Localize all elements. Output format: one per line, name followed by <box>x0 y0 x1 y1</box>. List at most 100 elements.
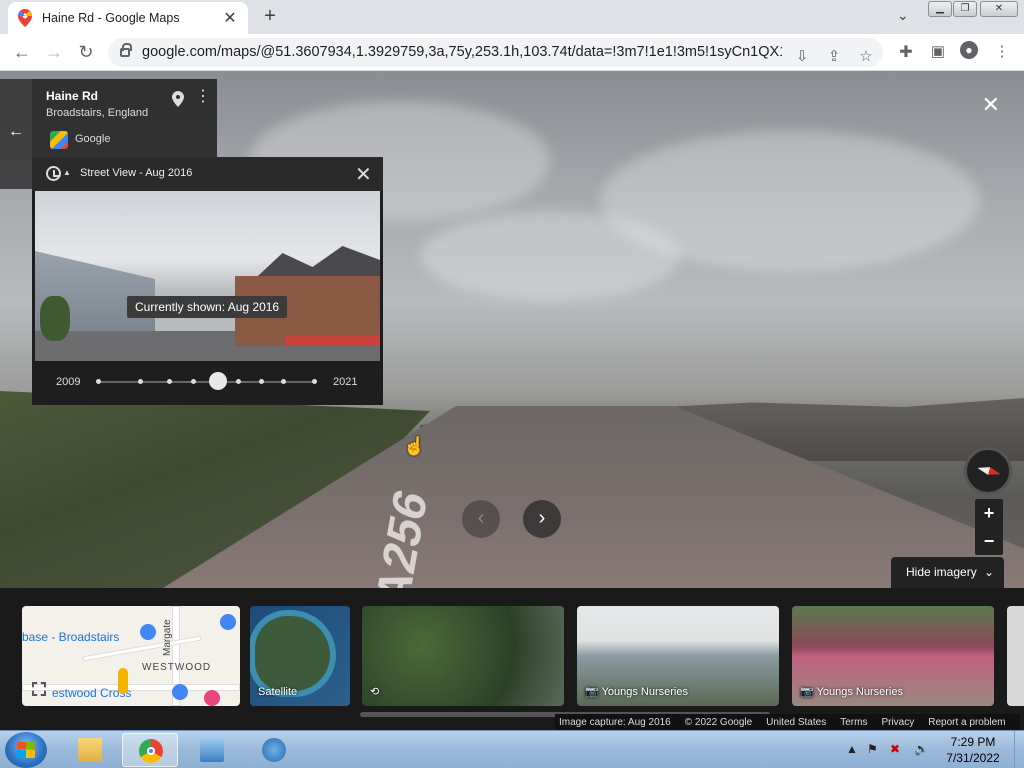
hotel-pin-icon <box>204 690 220 706</box>
map-label-broadstairs: base - Broadstairs <box>22 630 120 644</box>
map-label-westwood: WESTWOOD <box>142 662 212 673</box>
location-pin-icon[interactable] <box>172 91 184 107</box>
tab-google-maps[interactable]: Haine Rd - Google Maps ✕ <box>8 2 248 34</box>
globe-checklist-icon <box>262 738 286 762</box>
privacy-link[interactable]: Privacy <box>881 717 914 728</box>
timeline-tick[interactable] <box>259 379 264 384</box>
reload-icon[interactable]: ↻ <box>74 40 98 64</box>
close-street-view-icon[interactable]: ✕ <box>982 92 1000 118</box>
timeline-tick[interactable] <box>191 379 196 384</box>
shopping-pin-icon <box>220 614 236 630</box>
terms-link[interactable]: Terms <box>840 717 867 728</box>
timeline-tick[interactable] <box>96 379 101 384</box>
map-thumbnail[interactable]: base - Broadstairs Margate WESTWOOD estw… <box>22 606 240 706</box>
forward-arrow-icon[interactable]: → <box>42 40 66 64</box>
tab-search-chevron-icon[interactable]: ⌄ <box>897 7 909 24</box>
zoom-in-button[interactable]: + <box>975 499 1003 527</box>
windows-taskbar: ▲ ⚑ ✖ 🔈 7:29 PM 7/31/2022 <box>0 730 1024 768</box>
slider-end-year: 2021 <box>333 376 358 388</box>
network-icon[interactable]: ✖ <box>890 742 900 756</box>
place-info-card: Haine Rd Broadstairs, England ⋮ Google <box>32 79 217 159</box>
photo-label: Youngs Nurseries <box>816 686 903 698</box>
zoom-out-button[interactable]: − <box>975 527 1003 555</box>
caret-up-icon[interactable]: ▲ <box>63 168 71 177</box>
currently-shown-tooltip: Currently shown: Aug 2016 <box>127 296 288 318</box>
report-problem-link[interactable]: Report a problem <box>928 717 1005 728</box>
pegman-icon[interactable] <box>118 668 128 694</box>
restore-window-button[interactable]: ❐ <box>953 1 977 17</box>
more-menu-icon[interactable]: ⋮ <box>992 42 1012 60</box>
photo-thumbnail-trees[interactable]: ⟲ <box>362 606 564 706</box>
photo-label: Youngs Nurseries <box>601 686 688 698</box>
timeline-tick[interactable] <box>312 379 317 384</box>
new-tab-icon[interactable]: + <box>260 5 280 28</box>
next-arrow-button[interactable]: › <box>523 500 561 538</box>
browser-toolbar: ← → ↻ google.com/maps/@51.3607934,1.3929… <box>0 34 1024 71</box>
map-label-margate: Margate <box>162 619 173 656</box>
start-button[interactable] <box>5 732 47 768</box>
history-clock-icon[interactable] <box>46 166 61 181</box>
image-capture-date: Image capture: Aug 2016 <box>559 716 671 728</box>
time-machine-preview-photo[interactable] <box>35 191 380 361</box>
timeline-slider-knob[interactable] <box>208 372 227 390</box>
photo-thumbnail-youngs-nurseries[interactable]: 📷 Youngs Nurseries <box>577 606 779 706</box>
profile-avatar-icon[interactable]: ● <box>960 41 978 59</box>
time-machine-panel: ▲ Street View - Aug 2016 ✕ Currently sho… <box>32 157 383 405</box>
close-window-button[interactable]: ✕ <box>980 1 1018 17</box>
expand-fullscreen-icon[interactable] <box>32 682 46 696</box>
extensions-puzzle-icon[interactable]: ✚ <box>896 42 916 62</box>
camera-icon: 📷 <box>800 686 817 698</box>
imagery-filmstrip: base - Broadstairs Margate WESTWOOD estw… <box>0 588 1024 730</box>
bookmark-star-icon[interactable]: ☆ <box>856 47 876 65</box>
google-maps-icon <box>50 131 68 149</box>
photo-thumbnail-partial[interactable] <box>1007 606 1024 706</box>
previous-arrow-button[interactable]: ‹ <box>462 500 500 538</box>
volume-icon[interactable]: 🔈 <box>914 742 929 756</box>
taskbar-network-app[interactable] <box>246 733 302 767</box>
address-bar[interactable]: google.com/maps/@51.3607934,1.3929759,3a… <box>108 38 883 67</box>
zoom-controls: + − <box>975 499 1003 555</box>
system-clock[interactable]: 7:29 PM 7/31/2022 <box>940 734 1006 766</box>
compass-icon[interactable] <box>964 447 1012 495</box>
satellite-thumbnail[interactable]: Satellite <box>250 606 350 706</box>
side-panel-icon[interactable]: ▣ <box>928 42 948 60</box>
tab-close-icon[interactable]: ✕ <box>222 8 238 28</box>
minimize-window-button[interactable]: ▁ <box>928 1 952 17</box>
photo-thumbnail-youngs-nurseries[interactable]: 📷 Youngs Nurseries <box>792 606 994 706</box>
shopping-pin-icon <box>140 624 156 640</box>
hide-imagery-label: Hide imagery <box>906 565 977 579</box>
place-subtitle: Broadstairs, England <box>46 107 149 119</box>
shopping-pin-icon <box>172 684 188 700</box>
timeline-tick[interactable] <box>236 379 241 384</box>
taskbar-control-panel[interactable] <box>184 733 240 767</box>
exit-street-view-button[interactable]: ← <box>0 79 32 189</box>
close-time-machine-icon[interactable]: ✕ <box>355 162 372 187</box>
show-desktop-button[interactable] <box>1014 731 1024 768</box>
hide-imagery-button[interactable]: Hide imagery ⌄ <box>891 557 1004 588</box>
taskbar-explorer[interactable] <box>62 733 118 767</box>
region-link[interactable]: United States <box>766 717 826 728</box>
action-center-icon[interactable]: ⚑ <box>867 742 878 756</box>
folder-icon <box>78 738 102 762</box>
back-arrow-icon[interactable]: ← <box>10 40 34 64</box>
satellite-label: Satellite <box>258 686 298 698</box>
attribution-footer: Image capture: Aug 2016 © 2022 Google Un… <box>555 714 1020 730</box>
more-options-icon[interactable]: ⋮ <box>195 89 211 105</box>
url-text[interactable]: google.com/maps/@51.3607934,1.3929759,3a… <box>142 44 782 60</box>
back-arrow-icon: ← <box>8 123 24 140</box>
maps-favicon-icon <box>18 9 32 27</box>
time-machine-header: ▲ Street View - Aug 2016 ✕ <box>32 157 383 191</box>
share-icon[interactable]: ⇪ <box>824 47 844 65</box>
timeline-tick[interactable] <box>138 379 143 384</box>
show-hidden-icons-icon[interactable]: ▲ <box>846 742 858 756</box>
clock-date: 7/31/2022 <box>946 751 1000 765</box>
taskbar-chrome[interactable] <box>122 733 178 767</box>
place-name: Haine Rd <box>46 89 99 103</box>
timeline-tick[interactable] <box>167 379 172 384</box>
camera-icon: 📷 <box>585 686 602 698</box>
provider-label: Google <box>75 133 111 145</box>
lock-icon <box>120 43 132 57</box>
install-app-icon[interactable]: ⇩ <box>792 47 812 65</box>
timeline-tick[interactable] <box>281 379 286 384</box>
time-machine-title: Street View - Aug 2016 <box>80 167 193 179</box>
